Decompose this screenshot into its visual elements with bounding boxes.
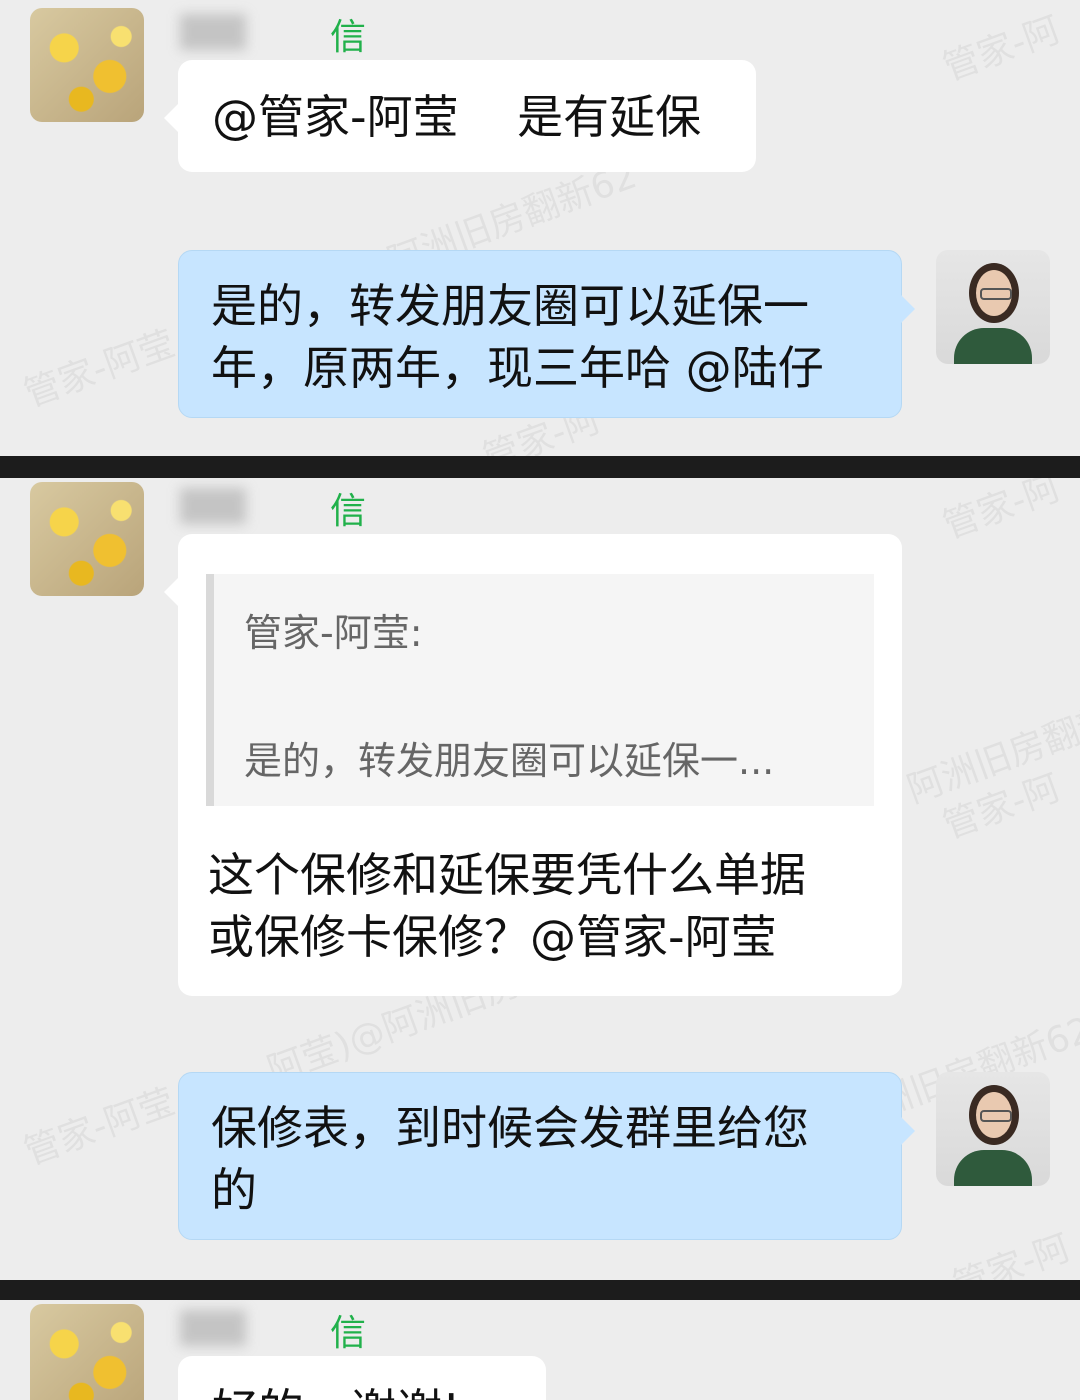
- watermark: 管家-阿莹: [18, 323, 181, 416]
- watermark: 管家-阿: [937, 478, 1066, 548]
- staff-avatar-icon[interactable]: [936, 250, 1050, 364]
- watermark: 管家-阿: [947, 1227, 1076, 1280]
- message-text: 好的，谢谢!: [212, 1384, 460, 1400]
- quoted-sender: 管家-阿莹:: [244, 611, 423, 655]
- sender-tag: 信: [330, 17, 367, 58]
- staff-avatar-icon[interactable]: [936, 1072, 1050, 1186]
- watermark: 管家-阿: [937, 9, 1066, 90]
- message-line: 的: [211, 1163, 257, 1217]
- chat-panel-1: 管家-阿 阿洲旧房翻新62 管家-阿莹 管家-阿 信 @管家-阿莹 是有延保 是…: [0, 0, 1080, 456]
- sender-name-blurred: [180, 488, 246, 524]
- sender-name-blurred: [180, 14, 246, 50]
- quoted-message[interactable]: 管家-阿莹: 是的，转发朋友圈可以延保一...: [206, 574, 874, 806]
- sender-tag: 信: [330, 491, 367, 532]
- outgoing-message-bubble[interactable]: 保修表，到时候会发群里给您 的: [178, 1072, 915, 1240]
- sender-row: 信: [180, 8, 580, 58]
- message-line: 年，原两年，现三年哈 @陆仔: [211, 341, 824, 395]
- outgoing-message-bubble[interactable]: 是的，转发朋友圈可以延保一 年，原两年，现三年哈 @陆仔: [178, 250, 915, 418]
- flower-avatar-icon[interactable]: [30, 482, 144, 596]
- message-text: @管家-阿莹 是有延保: [212, 90, 702, 144]
- chat-panel-2: 管家-阿 阿洲旧房翻新62 管家-阿 阿莹)@阿洲旧房 洲旧房翻新62 管家-阿…: [0, 478, 1080, 1280]
- message-line: 或保修卡保修？@管家-阿莹: [208, 910, 777, 964]
- message-line: 保修表，到时候会发群里给您: [211, 1101, 809, 1155]
- quoted-text: 是的，转发朋友圈可以延保一...: [244, 739, 775, 783]
- watermark: 管家-阿: [937, 767, 1066, 848]
- sender-row: 信: [180, 1304, 580, 1354]
- message-line: 是的，转发朋友圈可以延保一: [211, 279, 809, 333]
- sender-name-blurred: [180, 1310, 246, 1346]
- flower-avatar-icon[interactable]: [30, 8, 144, 122]
- incoming-message-bubble[interactable]: @管家-阿莹 是有延保: [164, 60, 756, 172]
- message-line: 这个保修和延保要凭什么单据: [208, 848, 806, 902]
- sender-tag: 信: [330, 1313, 367, 1354]
- screenshot-divider: [0, 1280, 1080, 1300]
- sender-row: 信: [180, 482, 580, 532]
- watermark: 阿洲旧房翻新62: [902, 683, 1080, 812]
- screenshot-divider: [0, 456, 1080, 478]
- incoming-message-bubble[interactable]: 好的，谢谢!: [178, 1356, 546, 1400]
- chat-panel-3: 信 好的，谢谢!: [0, 1300, 1080, 1400]
- flower-avatar-icon[interactable]: [30, 1304, 144, 1400]
- incoming-message-bubble[interactable]: 管家-阿莹: 是的，转发朋友圈可以延保一... 这个保修和延保要凭什么单据 或保…: [164, 534, 902, 996]
- watermark: 管家-阿莹: [18, 1081, 181, 1174]
